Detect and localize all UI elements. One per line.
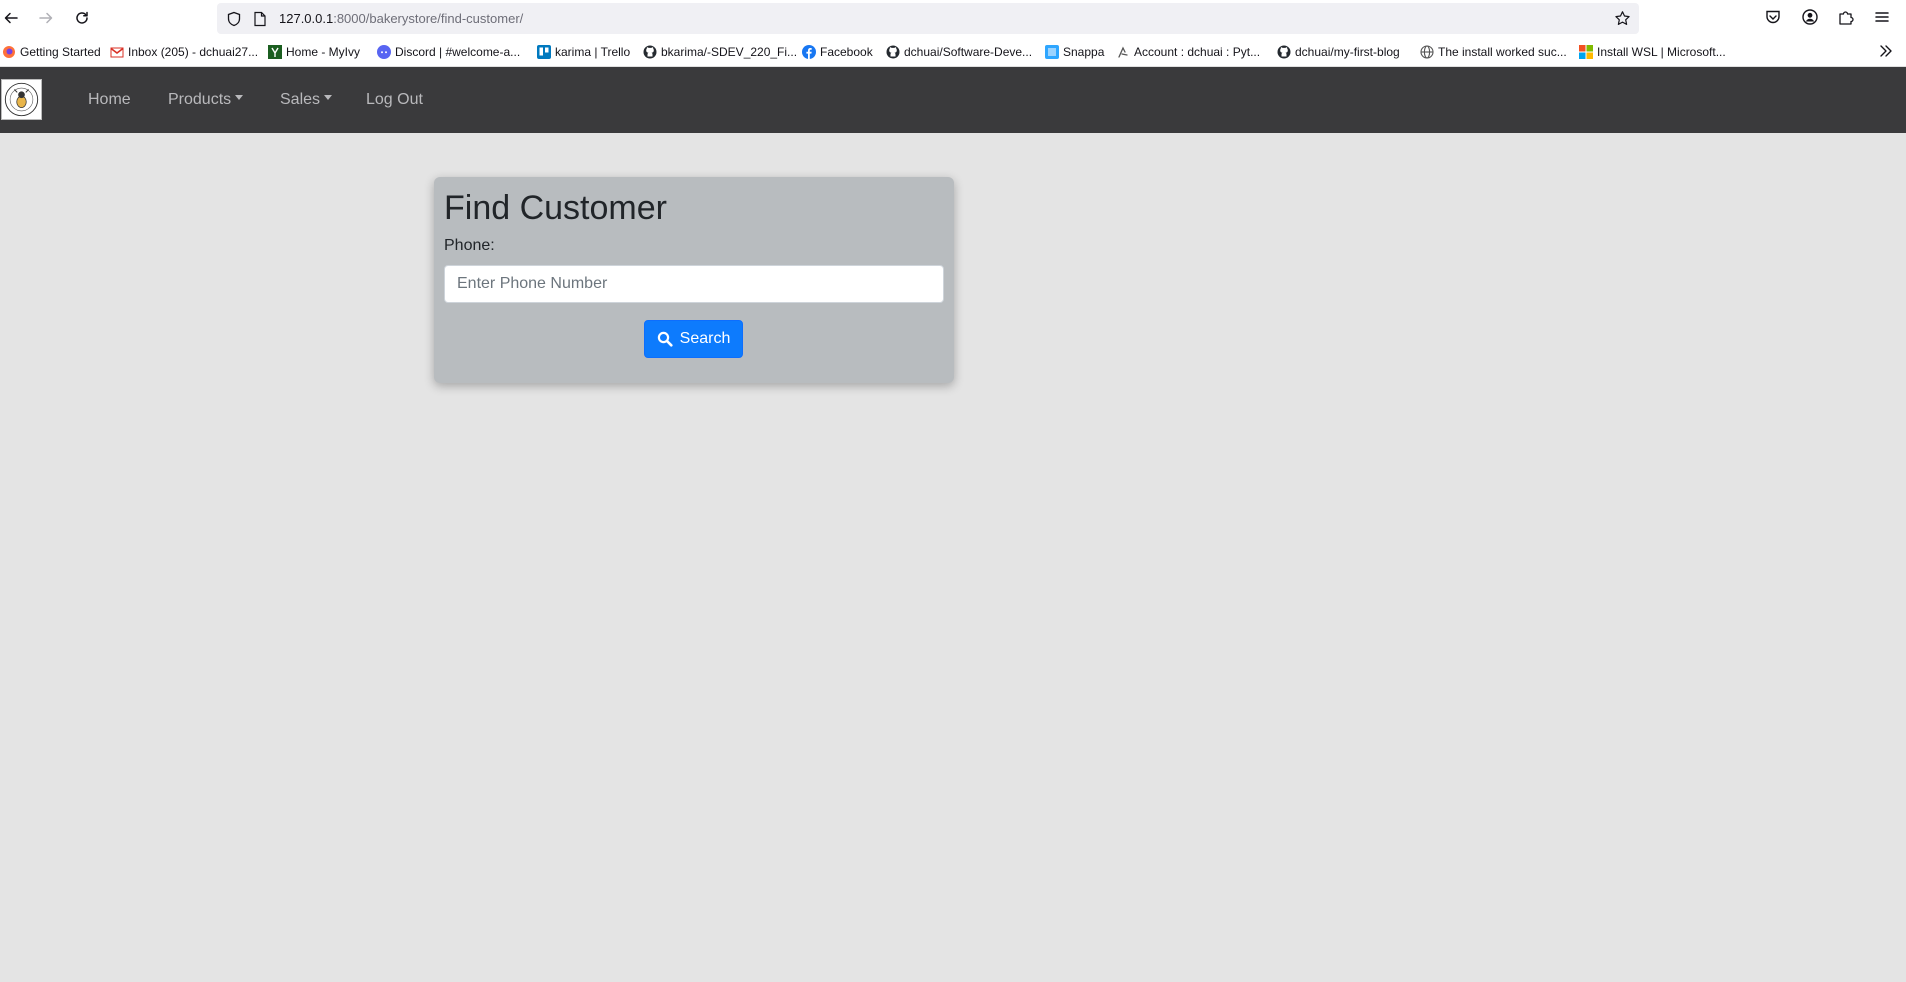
bookmark-pythonanywhere[interactable]: Account : dchuai : Pyt... [1116, 44, 1260, 60]
bookmark-myivy[interactable]: Home - MyIvy [268, 44, 360, 60]
search-icon [657, 331, 673, 347]
snappa-icon [1045, 45, 1059, 59]
tracking-shield-icon[interactable] [226, 11, 242, 27]
bookmark-label: Snappa [1063, 45, 1105, 59]
bookmark-discord[interactable]: Discord | #welcome-a... [377, 44, 520, 60]
nav-products-label: Products [168, 91, 232, 108]
url-path: :8000/bakerystore/find-customer/ [333, 11, 524, 26]
bookmark-trello[interactable]: karima | Trello [537, 44, 630, 60]
nav-logout-label: Log Out [366, 91, 423, 108]
nav-sales-dropdown[interactable]: Sales [280, 91, 333, 109]
ivy-icon [268, 45, 282, 59]
browser-toolbar: 127.0.0.1:8000/bakerystore/find-customer… [0, 0, 1906, 36]
menu-icon[interactable] [1873, 8, 1891, 26]
firefox-icon [2, 45, 16, 59]
search-button[interactable]: Search [644, 320, 743, 358]
page-info-icon[interactable] [253, 11, 267, 27]
url-bar[interactable]: 127.0.0.1:8000/bakerystore/find-customer… [217, 3, 1639, 34]
gmail-icon [110, 45, 124, 59]
caret-down-icon [324, 95, 333, 101]
url-host: 127.0.0.1 [279, 11, 334, 26]
bookmarks-bar: Getting Started Inbox (205) - dchuai27..… [0, 36, 1906, 67]
bookmark-label: Home - MyIvy [286, 45, 361, 59]
bookmark-inbox[interactable]: Inbox (205) - dchuai27... [110, 44, 258, 60]
bookmark-label: bkarima/-SDEV_220_Fi... [661, 45, 798, 59]
bookmark-label: Install WSL | Microsoft... [1597, 45, 1726, 59]
globe-icon [1420, 45, 1434, 59]
bookmark-my-first-blog[interactable]: dchuai/my-first-blog [1277, 44, 1400, 60]
nav-logout[interactable]: Log Out [366, 91, 423, 109]
bookmark-label: Discord | #welcome-a... [395, 45, 521, 59]
bookmark-getting-started[interactable]: Getting Started [2, 44, 101, 60]
python-icon [1116, 45, 1130, 59]
github-icon [1277, 45, 1291, 59]
github-icon [643, 45, 657, 59]
bookmark-install-worked[interactable]: The install worked suc... [1420, 44, 1567, 60]
app-navbar: Home Products Sales Log Out [0, 67, 1906, 133]
bookmark-install-wsl[interactable]: Install WSL | Microsoft... [1579, 44, 1726, 60]
bookmark-label: Account : dchuai : Pyt... [1134, 45, 1261, 59]
nav-home-label: Home [88, 91, 131, 108]
bookmark-label: The install worked suc... [1438, 45, 1567, 59]
extensions-icon[interactable] [1837, 8, 1855, 26]
bookmark-label: Inbox (205) - dchuai27... [128, 45, 259, 59]
bookmark-sdev[interactable]: bkarima/-SDEV_220_Fi... [643, 44, 797, 60]
bookmark-software-deve[interactable]: dchuai/Software-Deve... [886, 44, 1032, 60]
nav-home[interactable]: Home [88, 91, 131, 109]
forward-arrow-icon[interactable] [35, 7, 57, 29]
bookmark-star-icon[interactable] [1614, 10, 1631, 27]
bookmark-label: dchuai/my-first-blog [1295, 45, 1400, 59]
reload-icon[interactable] [71, 7, 93, 29]
pocket-icon[interactable] [1764, 8, 1782, 26]
trello-icon [537, 45, 551, 59]
phone-label: Phone: [444, 237, 495, 254]
bookmark-label: Facebook [820, 45, 873, 59]
bookmark-label: karima | Trello [555, 45, 631, 59]
nav-products-dropdown[interactable]: Products [168, 91, 244, 109]
back-arrow-icon[interactable] [0, 7, 22, 29]
nav-sales-label: Sales [280, 91, 321, 108]
bookmark-label: dchuai/Software-Deve... [904, 45, 1033, 59]
find-customer-card: Find Customer Phone: Search [434, 177, 954, 383]
phone-input[interactable] [444, 265, 944, 303]
page-title: Find Customer [444, 189, 667, 227]
github-icon [886, 45, 900, 59]
caret-down-icon [235, 95, 244, 101]
bookmarks-overflow-icon[interactable] [1878, 43, 1894, 59]
search-button-label: Search [679, 330, 731, 347]
discord-icon [377, 45, 391, 59]
bookmark-snappa[interactable]: Snappa [1045, 44, 1104, 60]
microsoft-icon [1579, 45, 1593, 59]
bakery-logo[interactable] [1, 79, 42, 120]
bookmark-facebook[interactable]: Facebook [802, 44, 873, 60]
account-icon[interactable] [1801, 8, 1819, 26]
facebook-icon [802, 45, 816, 59]
url-text[interactable]: 127.0.0.1:8000/bakerystore/find-customer… [279, 11, 523, 26]
bookmark-label: Getting Started [20, 45, 101, 59]
